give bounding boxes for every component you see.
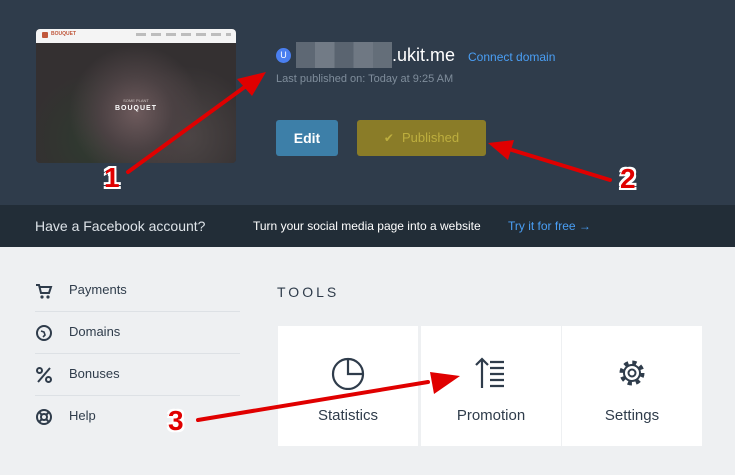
- last-published-text: Last published on: Today at 9:25 AM: [276, 73, 454, 85]
- sidebar-item-domains[interactable]: Domains: [35, 313, 240, 354]
- edit-button[interactable]: Edit: [276, 120, 338, 156]
- tool-card-label: Statistics: [317, 407, 378, 424]
- check-icon: ✔: [383, 131, 394, 145]
- connect-domain-link[interactable]: Connect domain: [468, 50, 555, 64]
- facebook-question: Have a Facebook account?: [35, 218, 206, 234]
- sidebar-item-label: Payments: [69, 282, 127, 297]
- sidebar-item-label: Bonuses: [69, 366, 120, 381]
- annotation-marker-1: 1: [104, 162, 120, 193]
- globe-icon: [36, 325, 52, 341]
- tool-card-label: Promotion: [456, 407, 526, 424]
- thumbnail-logo-text: BOUQUET: [51, 31, 76, 37]
- gear-icon: [619, 360, 645, 386]
- pie-chart-icon: [331, 357, 365, 390]
- tool-card-promotion[interactable]: Promotion: [421, 326, 561, 446]
- published-label: Published: [401, 130, 460, 145]
- sidebar-item-label: Domains: [69, 324, 121, 339]
- site-avatar-icon: U: [276, 48, 291, 63]
- lifebuoy-icon: [36, 409, 52, 425]
- redacted-subdomain: [296, 42, 392, 68]
- published-button[interactable]: ✔ Published: [357, 120, 486, 156]
- thumbnail-logo-icon: [42, 32, 48, 38]
- tool-card-settings[interactable]: Settings: [562, 326, 702, 446]
- thumbnail-nav-links: [136, 33, 231, 36]
- thumbnail-subtitle: SOME PLANT: [123, 98, 149, 103]
- thumbnail-navbar: BOUQUET: [36, 29, 236, 43]
- facebook-banner: Have a Facebook account? Turn your socia…: [0, 205, 735, 247]
- try-it-free-link[interactable]: Try it for free →: [508, 219, 591, 233]
- sort-arrow-list-icon: [475, 357, 504, 388]
- tools-heading: TOOLS: [277, 284, 340, 300]
- annotation-marker-3: 3: [168, 405, 184, 436]
- annotation-marker-2: 2: [620, 163, 636, 194]
- facebook-description: Turn your social media page into a websi…: [253, 219, 481, 233]
- thumbnail-title: BOUQUET: [115, 105, 157, 112]
- site-thumbnail[interactable]: BOUQUET SOME PLANT BOUQUET: [36, 29, 236, 163]
- site-domain[interactable]: .ukit.me: [392, 45, 455, 66]
- sidebar-item-payments[interactable]: Payments: [35, 271, 240, 312]
- sidebar-item-bonuses[interactable]: Bonuses: [35, 355, 240, 396]
- tool-card-statistics[interactable]: Statistics: [278, 326, 418, 446]
- sidebar-item-help[interactable]: Help: [35, 397, 240, 437]
- tool-card-label: Settings: [604, 407, 660, 424]
- cart-icon: [36, 284, 53, 299]
- thumbnail-flower-image: SOME PLANT BOUQUET: [36, 43, 236, 163]
- percent-icon: [36, 367, 52, 383]
- sidebar-item-label: Help: [69, 408, 96, 423]
